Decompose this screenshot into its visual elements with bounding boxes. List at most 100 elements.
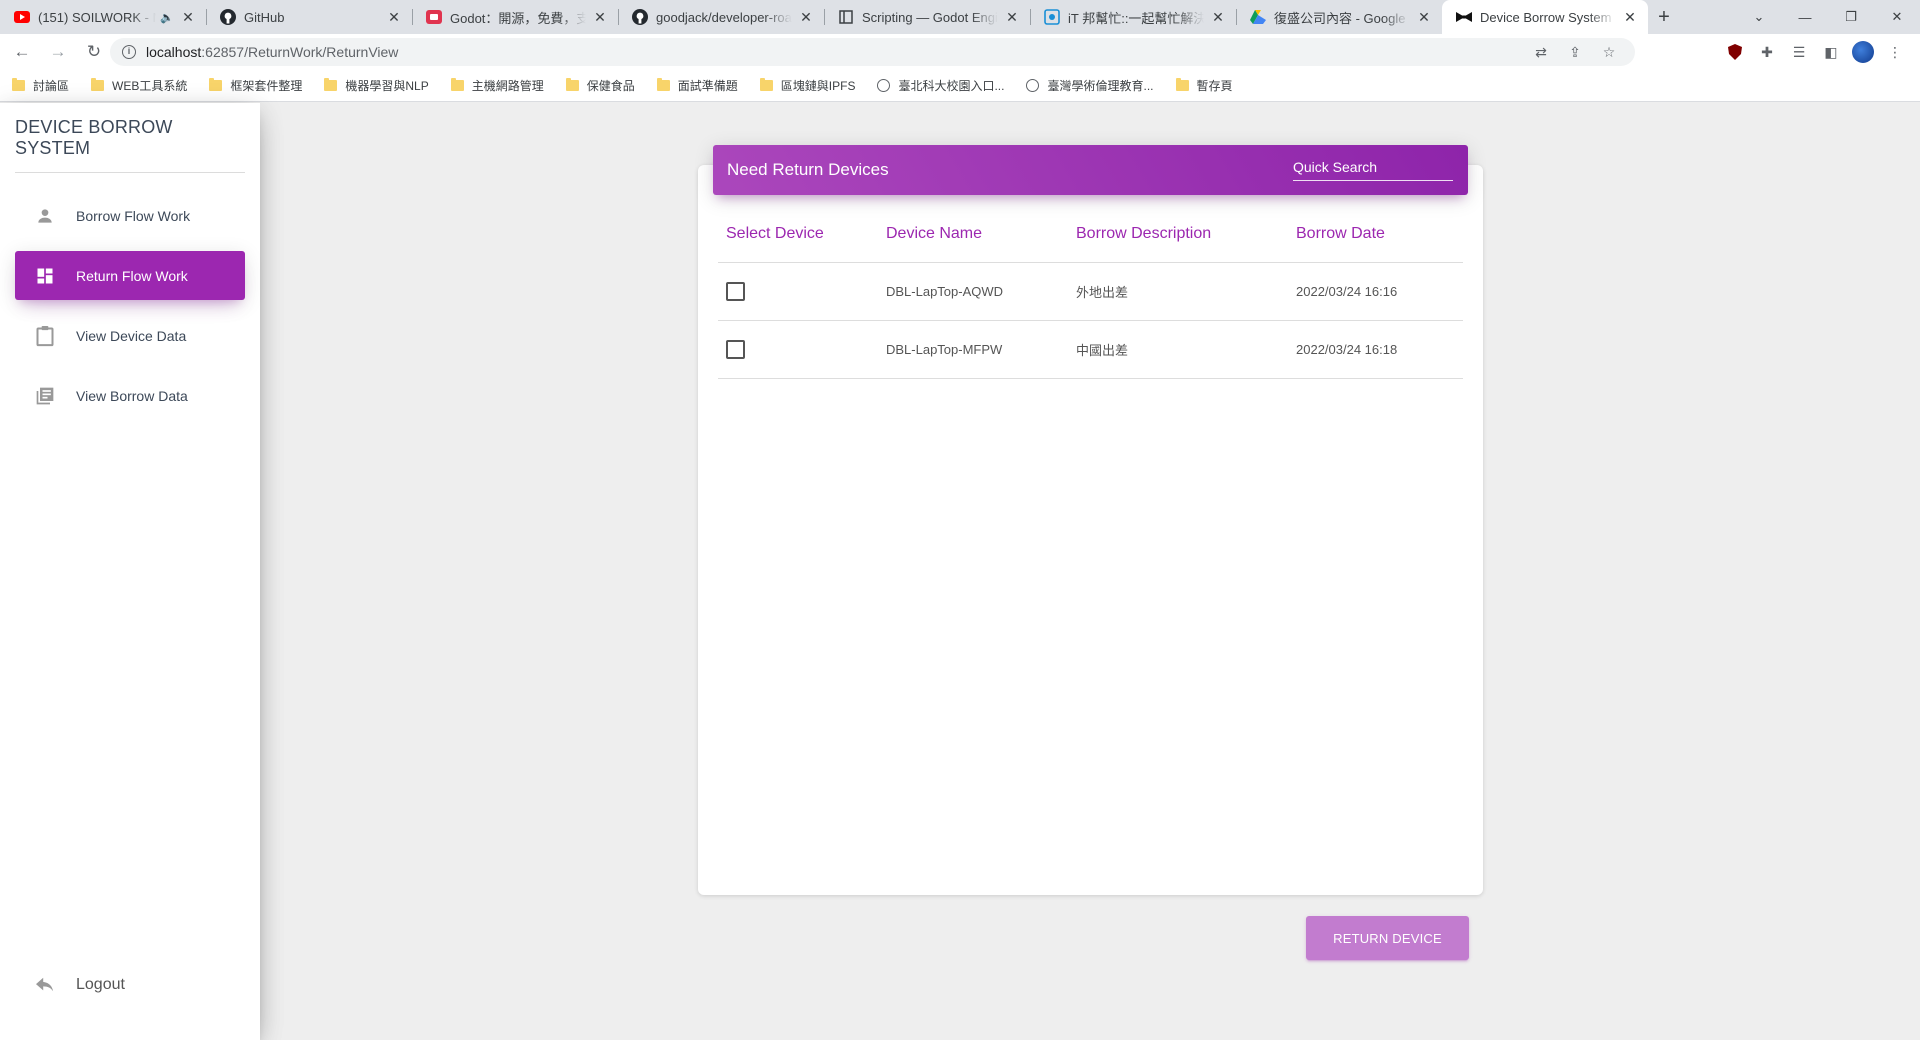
close-icon[interactable]: ✕ [386,9,402,25]
globe-icon [1026,79,1040,92]
sidebar-item-return-flow-work[interactable]: Return Flow Work [15,251,245,300]
bookmark-label: 區塊鏈與IPFS [780,79,856,93]
folder-icon [12,78,25,91]
youtube-icon [14,9,30,25]
forward-button[interactable]: → [44,38,72,66]
select-cell [718,320,878,379]
close-icon[interactable]: ✕ [180,9,196,25]
bookmark-label: 主機網路管理 [471,79,544,93]
folder-icon [656,78,670,91]
ithelp-icon [1044,9,1060,25]
table-row: DBL-LapTop-MFPW 中國出差 2022/03/24 16:18 [718,320,1463,379]
tab-title: 復盛公司內容 - Google 雲 [1274,10,1410,26]
address-bar[interactable]: i localhost:62857/ReturnWork/ReturnView [110,38,1635,66]
app-icon [426,9,442,25]
close-icon[interactable]: ✕ [1210,9,1226,25]
folder-icon [565,78,579,91]
bookmarks-bar: 討論區 WEB工具系統 框架套件整理 機器學習與NLP 主機網路管理 保健食品 … [0,70,1920,102]
translate-icon[interactable]: ⇄ [1530,38,1552,66]
browser-tab[interactable]: Scripting — Godot Engin ✕ [824,0,1030,34]
bookmark-folder[interactable]: 保健食品 [565,77,635,94]
close-icon[interactable]: ✕ [1004,9,1020,25]
folder-icon [759,78,773,91]
sidebar: DEVICE BORROW SYSTEM Borrow Flow Work Re… [0,103,260,1040]
sidebar-item-label: Return Flow Work [76,267,188,284]
bookmark-link[interactable]: 臺北科大校園入口... [877,77,1004,94]
bookmark-folder[interactable]: 暫存頁 [1175,77,1233,94]
table-header-row: Select Device Device Name Borrow Descrip… [718,206,1463,263]
avatar[interactable] [1852,38,1874,66]
sidebar-item-view-borrow-data[interactable]: View Borrow Data [15,371,245,420]
sidebar-item-view-device-data[interactable]: View Device Data [15,311,245,360]
bookmark-label: 臺北科大校園入口... [898,79,1005,93]
tab-title: iT 邦幫忙::一起幫忙解決難 [1068,10,1204,26]
sidebar-item-label: View Borrow Data [76,387,188,404]
folder-icon [209,78,223,91]
brand-title[interactable]: DEVICE BORROW SYSTEM [15,103,245,173]
back-button[interactable]: ← [8,38,36,66]
tab-title: Scripting — Godot Engin [862,9,998,25]
bookmark-folder[interactable]: 框架套件整理 [209,77,302,94]
restore-button[interactable]: ❐ [1828,0,1874,34]
reading-list-icon[interactable]: ☰ [1788,38,1810,66]
quick-search-input[interactable]: Quick Search [1293,157,1453,181]
browser-tab-strip: (151) SOILWORK - N 🔈 ✕ GitHub ✕ Godot：開源… [0,0,1920,34]
browser-tab[interactable]: 復盛公司內容 - Google 雲 ✕ [1236,0,1442,34]
ublock-icon[interactable] [1724,38,1746,66]
device-checkbox[interactable] [726,339,745,359]
bookmark-folder[interactable]: 討論區 [12,77,69,94]
chevron-down-icon[interactable]: ⌄ [1736,0,1782,34]
star-icon[interactable]: ☆ [1598,38,1620,66]
sidebar-nav: Borrow Flow Work Return Flow Work View D… [15,191,245,431]
sidebar-item-borrow-flow-work[interactable]: Borrow Flow Work [15,191,245,240]
browser-tab[interactable]: goodjack/developer-roa ✕ [618,0,824,34]
close-icon[interactable]: ✕ [1416,9,1432,25]
bookmark-link[interactable]: 臺灣學術倫理教育... [1026,77,1154,94]
column-header: Borrow Description [1068,206,1288,263]
side-panel-icon[interactable]: ◧ [1820,38,1842,66]
tab-title: (151) SOILWORK - N [38,9,157,25]
close-icon[interactable]: ✕ [798,9,814,25]
borrow-date: 2022/03/24 16:16 [1288,262,1463,321]
logout-button[interactable]: Logout [33,973,125,997]
tab-title: goodjack/developer-roa [656,9,792,25]
browser-tab-active[interactable]: Device Borrow System ✕ [1442,0,1648,34]
browser-toolbar: ← → ↻ i localhost:62857/ReturnWork/Retur… [0,34,1920,70]
minimize-button[interactable]: — [1782,0,1828,34]
info-icon[interactable]: i [122,45,136,59]
bookmark-folder[interactable]: 機器學習與NLP [324,77,429,94]
browser-tab[interactable]: GitHub ✕ [206,0,412,34]
library-books-icon [33,384,57,408]
bookmark-label: 暫存頁 [1196,79,1233,93]
bookmark-label: 討論區 [33,79,70,93]
new-tab-button[interactable]: + [1648,0,1680,34]
close-icon[interactable]: ✕ [592,9,608,25]
select-cell [718,262,878,321]
bookmark-folder[interactable]: 主機網路管理 [450,77,544,94]
doc-icon [838,9,854,25]
device-checkbox[interactable] [726,281,745,301]
bookmark-label: 框架套件整理 [230,79,303,93]
bookmark-folder[interactable]: 區塊鏈與IPFS [759,77,856,94]
tab-title: GitHub [244,9,285,25]
puzzle-icon[interactable]: ✚ [1756,38,1778,66]
kebab-menu-icon[interactable]: ⋮ [1884,38,1906,66]
bookmark-folder[interactable]: WEB工具系統 [91,77,187,94]
window-close-button[interactable]: ✕ [1874,0,1920,34]
speaker-icon[interactable]: 🔈 [160,11,174,24]
browser-tab[interactable]: (151) SOILWORK - N 🔈 ✕ [0,0,206,34]
share-icon[interactable]: ⇪ [1564,38,1586,66]
reload-button[interactable]: ↻ [80,38,108,66]
bookmark-label: 臺灣學術倫理教育... [1047,79,1154,93]
browser-tab[interactable]: iT 邦幫忙::一起幫忙解決難 ✕ [1030,0,1236,34]
bookmark-label: 面試準備題 [677,79,738,93]
card-header: Need Return Devices Quick Search [713,145,1468,195]
close-icon[interactable]: ✕ [1622,9,1638,25]
return-device-button[interactable]: RETURN DEVICE [1306,916,1469,960]
tab-title: Godot：開源，免費，支持 [450,10,586,26]
browser-tab[interactable]: Godot：開源，免費，支持 ✕ [412,0,618,34]
person-icon [33,204,57,228]
bookmark-folder[interactable]: 面試準備題 [656,77,738,94]
borrow-description: 中國出差 [1068,320,1288,379]
drive-icon [1250,9,1266,25]
